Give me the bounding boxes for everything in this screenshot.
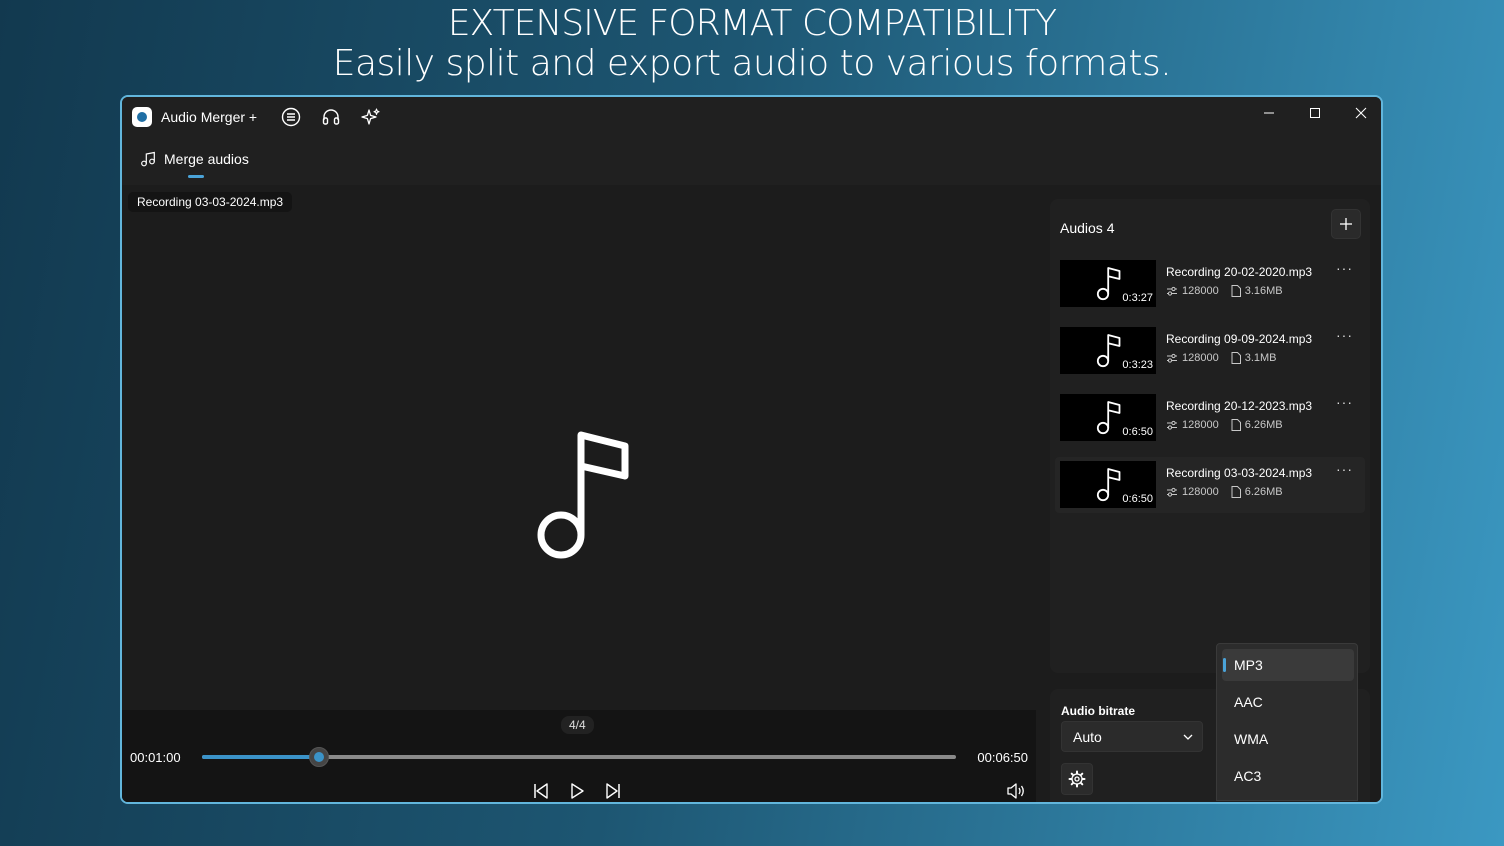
- audio-thumbnail: 0:3:23: [1060, 327, 1156, 374]
- audio-duration: 0:6:50: [1122, 426, 1153, 438]
- audio-name: Recording 20-12-2023.mp3: [1166, 399, 1313, 413]
- audio-thumbnail: 0:6:50: [1060, 394, 1156, 441]
- audio-name: Recording 09-09-2024.mp3: [1166, 332, 1313, 346]
- audio-duration: 0:3:23: [1122, 359, 1153, 371]
- current-file-name: Recording 03-03-2024.mp3: [128, 192, 293, 212]
- seek-progress: [202, 755, 319, 759]
- seek-slider[interactable]: [202, 747, 956, 767]
- more-options-button[interactable]: ···: [1336, 461, 1353, 477]
- nav-bar: Merge audios: [122, 137, 1381, 185]
- chevron-down-icon: [1183, 734, 1193, 740]
- audio-list-item[interactable]: 0:3:23 Recording 09-09-2024.mp3 128000 3…: [1055, 323, 1365, 379]
- promo-headline: EXTENSIVE FORMAT COMPATIBILITY Easily sp…: [0, 3, 1504, 85]
- tab-indicator: [188, 175, 204, 178]
- audio-list-panel: Audios 4 0:3:27 Recording 20-02-2020.mp3…: [1050, 199, 1370, 673]
- volume-icon: [1007, 783, 1024, 799]
- total-time: 00:06:50: [977, 750, 1028, 765]
- player-area: Recording 03-03-2024.mp3 4/4 00:01:00 00…: [122, 185, 1036, 802]
- tab-merge-audios-label: Merge audios: [164, 151, 249, 167]
- audio-meta: 128000 6.26MB: [1166, 419, 1283, 431]
- sliders-icon: [1167, 420, 1177, 430]
- headphones-icon[interactable]: [320, 106, 342, 128]
- more-options-button[interactable]: ···: [1336, 260, 1353, 276]
- format-option-label: MP3: [1234, 657, 1263, 673]
- minimize-button[interactable]: [1249, 101, 1289, 125]
- format-option-label: AAC: [1234, 694, 1263, 710]
- audio-meta: 128000 3.1MB: [1166, 352, 1277, 364]
- audio-bitrate-select[interactable]: Auto: [1061, 721, 1203, 752]
- promo-subtitle: Easily split and export audio to various…: [332, 43, 1172, 85]
- audio-list-title: Audios 4: [1060, 220, 1115, 236]
- audio-duration: 0:3:27: [1122, 292, 1153, 304]
- plus-icon: [1340, 218, 1352, 230]
- next-button[interactable]: [602, 780, 624, 802]
- previous-button[interactable]: [530, 780, 552, 802]
- audio-bitrate: 128000: [1182, 285, 1219, 297]
- audio-list-item[interactable]: 0:3:27 Recording 20-02-2020.mp3 128000 3…: [1055, 256, 1365, 312]
- file-icon: [1231, 352, 1241, 364]
- tab-merge-audios[interactable]: Merge audios: [140, 151, 249, 167]
- play-button[interactable]: [566, 780, 588, 802]
- audio-list-item-selected[interactable]: 0:6:50 Recording 03-03-2024.mp3 128000 6…: [1055, 457, 1365, 513]
- audio-name: Recording 20-02-2020.mp3: [1166, 265, 1313, 279]
- audio-size: 3.1MB: [1244, 352, 1277, 364]
- audio-name: Recording 03-03-2024.mp3: [1166, 466, 1313, 480]
- maximize-button[interactable]: [1295, 101, 1335, 125]
- app-logo-icon: [132, 107, 152, 127]
- sliders-icon: [1167, 286, 1177, 296]
- music-note-icon: [1096, 267, 1121, 301]
- sliders-icon: [1167, 487, 1177, 497]
- add-audio-button[interactable]: [1331, 209, 1361, 239]
- menu-circle-icon[interactable]: [280, 106, 302, 128]
- audio-bitrate: 128000: [1182, 486, 1219, 498]
- format-option-ac3[interactable]: AC3: [1222, 760, 1354, 792]
- skip-previous-icon: [534, 783, 548, 799]
- file-icon: [1231, 419, 1241, 431]
- gear-icon: [1068, 770, 1086, 788]
- more-options-button[interactable]: ···: [1336, 394, 1353, 410]
- sparkle-icon[interactable]: [360, 106, 382, 128]
- audio-meta: 128000 3.16MB: [1166, 285, 1283, 297]
- file-icon: [1231, 486, 1241, 498]
- current-time: 00:01:00: [130, 750, 181, 765]
- format-option-wma[interactable]: WMA: [1222, 723, 1354, 755]
- promo-title: EXTENSIVE FORMAT COMPATIBILITY: [447, 3, 1057, 44]
- audio-thumbnail: 0:6:50: [1060, 461, 1156, 508]
- format-option-label: WMA: [1234, 731, 1269, 747]
- music-note-icon: [1096, 334, 1121, 368]
- format-option-label: AC3: [1234, 768, 1262, 784]
- music-note-icon: [1096, 401, 1121, 435]
- audio-bitrate-label: Audio bitrate: [1061, 704, 1135, 718]
- format-option-aac[interactable]: AAC: [1222, 686, 1354, 718]
- more-options-button[interactable]: ···: [1336, 327, 1353, 343]
- audio-duration: 0:6:50: [1122, 493, 1153, 505]
- format-option-mp3[interactable]: MP3: [1222, 649, 1354, 681]
- close-button[interactable]: [1341, 101, 1381, 125]
- audio-size: 6.26MB: [1244, 419, 1283, 431]
- audio-size: 6.26MB: [1244, 486, 1283, 498]
- format-dropdown-menu: MP3 AAC WMA AC3: [1216, 643, 1358, 801]
- audio-bitrate: 128000: [1182, 419, 1219, 431]
- app-title: Audio Merger +: [161, 109, 258, 125]
- track-counter: 4/4: [561, 716, 594, 734]
- app-window: Audio Merger + Merge audios Recording 03…: [120, 95, 1383, 804]
- seek-thumb[interactable]: [308, 747, 329, 767]
- audio-meta: 128000 6.26MB: [1166, 486, 1283, 498]
- audio-size: 3.16MB: [1244, 285, 1283, 297]
- audio-list-item[interactable]: 0:6:50 Recording 20-12-2023.mp3 128000 6…: [1055, 390, 1365, 446]
- audio-bitrate: 128000: [1182, 352, 1219, 364]
- file-icon: [1231, 285, 1241, 297]
- audio-bitrate-value: Auto: [1073, 729, 1102, 745]
- play-icon: [571, 783, 584, 799]
- music-note-icon: [537, 431, 629, 559]
- settings-button[interactable]: [1061, 763, 1093, 795]
- playback-controls: 4/4 00:01:00 00:06:50: [122, 710, 1036, 802]
- music-note-icon: [141, 151, 155, 167]
- music-note-icon: [1096, 468, 1121, 502]
- volume-button[interactable]: [1005, 780, 1027, 802]
- skip-next-icon: [606, 783, 620, 799]
- sliders-icon: [1167, 353, 1177, 363]
- audio-thumbnail: 0:3:27: [1060, 260, 1156, 307]
- title-bar: Audio Merger +: [122, 97, 1381, 137]
